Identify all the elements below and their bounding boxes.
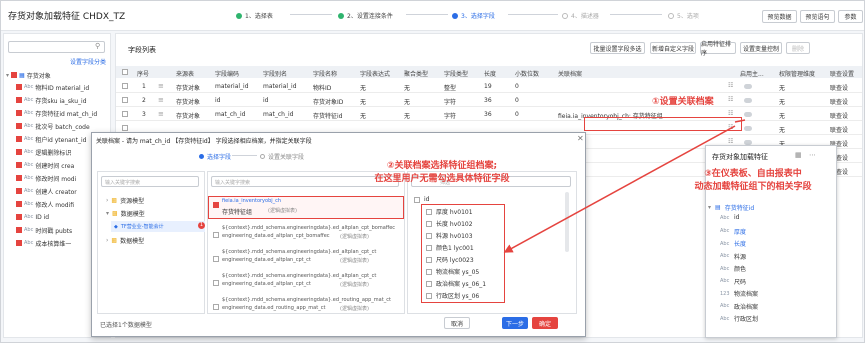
annotation-arrows: [503, 119, 746, 253]
arrow-stub: [734, 119, 746, 123]
arrow-to-fields: [503, 125, 736, 253]
